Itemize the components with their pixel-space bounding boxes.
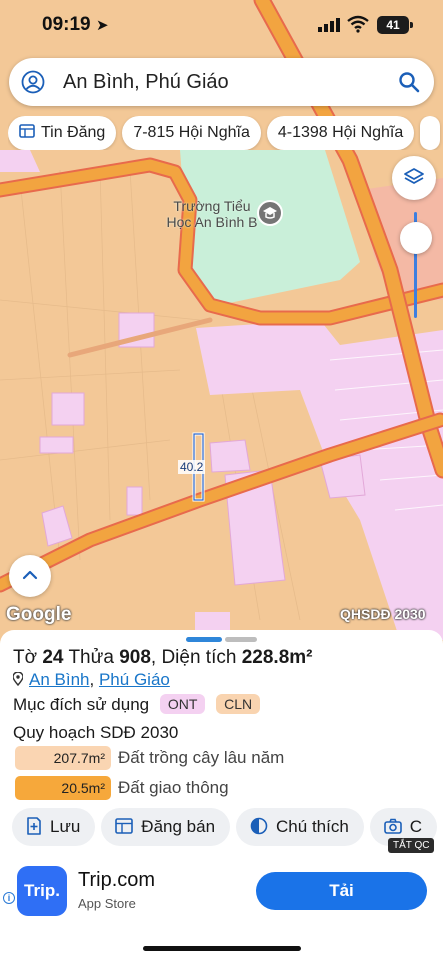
usage-tag-ont[interactable]: ONT <box>159 694 206 714</box>
usage-tag-cln[interactable]: CLN <box>216 694 261 714</box>
listing-icon <box>19 124 35 139</box>
post-listing-label: Đăng bán <box>141 817 216 836</box>
ad-install-button[interactable]: Tải <box>256 872 427 910</box>
filter-chips: Tin Đăng 7-815 Hội Nghĩa 4-1398 Hội Nghĩ… <box>8 116 443 150</box>
sheet-number: 24 <box>42 647 64 668</box>
expand-button[interactable] <box>9 555 51 597</box>
wifi-icon <box>347 15 369 33</box>
parcel-dimension-label: 40.2 <box>178 460 206 474</box>
ad-banner[interactable]: i Trip. Trip.com App Store Tải <box>0 856 443 931</box>
parcel-title: Tờ 24 Thửa 908, Diện tích 228.8m² <box>13 647 313 669</box>
parcel-area: 228.8m² <box>241 647 313 668</box>
land-type-desc: Đất trồng cây lâu năm <box>118 748 285 767</box>
school-icon[interactable] <box>257 200 283 226</box>
plot-number: 908 <box>119 647 151 668</box>
chip-recent-2[interactable]: 4-1398 Hội Nghĩa <box>266 116 415 150</box>
location-separator: , <box>89 670 95 689</box>
school-label: Trường Tiểu Học An Bình B <box>166 198 258 230</box>
chevron-up-icon <box>22 570 38 580</box>
camera-label: C <box>409 817 423 836</box>
camera-icon <box>383 818 402 834</box>
usage-label: Mục đích sử dụng <box>13 695 150 714</box>
layers-button[interactable] <box>392 156 436 200</box>
layer-name-label: QHSDĐ 2030 <box>340 606 426 622</box>
plan-title: Quy hoạch SDĐ 2030 <box>13 723 179 742</box>
ad-store-name: App Store <box>78 896 136 911</box>
parcel-info-sheet: Tờ 24 Thửa 908, Diện tích 228.8m² An Bìn… <box>0 630 443 960</box>
land-type-desc: Đất giao thông <box>118 778 229 797</box>
commune-link[interactable]: An Bình <box>29 670 90 689</box>
status-time: 09:19 <box>42 14 91 35</box>
chip-label: Tin Đăng <box>41 124 106 141</box>
chip-label: 4-1398 Hội Nghĩa <box>277 124 404 141</box>
action-row: Lưu Đăng bán Chú thích C <box>12 808 443 846</box>
land-area-bar: 207.7m² <box>15 746 111 770</box>
home-indicator[interactable] <box>143 946 301 951</box>
location-row: An Bình, Phú Giáo <box>13 670 170 690</box>
legend-label: Chú thích <box>276 817 349 836</box>
status-bar: 09:19 ➤ 41 <box>0 0 443 52</box>
post-listing-icon <box>115 818 134 834</box>
land-area-bar: 20.5m² <box>15 776 111 800</box>
chip-recent-1[interactable]: 7-815 Hội Nghĩa <box>122 116 261 150</box>
sheet-handle[interactable] <box>225 637 257 642</box>
sheet-handle-active[interactable] <box>186 637 222 642</box>
sheet-prefix: Tờ <box>13 647 38 668</box>
legend-icon <box>250 817 268 835</box>
search-text[interactable]: An Bình, Phú Giáo <box>63 71 229 94</box>
legend-button[interactable]: Chú thích <box>236 808 364 846</box>
chip-listings[interactable]: Tin Đăng <box>8 116 117 150</box>
area-prefix: , Diện tích <box>150 647 237 668</box>
save-label: Lưu <box>50 817 81 836</box>
user-icon[interactable] <box>21 70 45 94</box>
map-view[interactable]: 09:19 ➤ 41 An Bình, Phú Giáo Tin Đăng 7-… <box>0 0 443 640</box>
layers-icon <box>404 168 424 184</box>
usage-row: Mục đích sử dụng ONT CLN <box>13 694 261 715</box>
hide-ads-button[interactable]: TẮT QC <box>388 838 435 853</box>
district-link[interactable]: Phú Giáo <box>99 670 170 689</box>
signal-icon <box>318 18 340 32</box>
battery-icon: 41 <box>377 16 409 34</box>
search-icon[interactable] <box>398 71 420 93</box>
location-arrow-icon: ➤ <box>96 17 109 34</box>
opacity-slider-thumb[interactable] <box>400 222 432 254</box>
plot-prefix: Thửa <box>68 647 114 668</box>
trip-app-logo: Trip. <box>17 866 67 916</box>
save-icon <box>27 817 41 835</box>
save-button[interactable]: Lưu <box>12 808 96 846</box>
chip-recent-3[interactable] <box>420 116 441 150</box>
ad-app-name: Trip.com <box>78 869 156 891</box>
search-bar[interactable]: An Bình, Phú Giáo <box>9 58 434 106</box>
battery-cap <box>410 22 413 28</box>
chip-label: 7-815 Hội Nghĩa <box>133 124 250 141</box>
map-pin-icon <box>13 672 23 687</box>
post-listing-button[interactable]: Đăng bán <box>101 808 231 846</box>
google-logo: Google <box>6 604 72 625</box>
ad-info-icon[interactable]: i <box>3 892 15 904</box>
